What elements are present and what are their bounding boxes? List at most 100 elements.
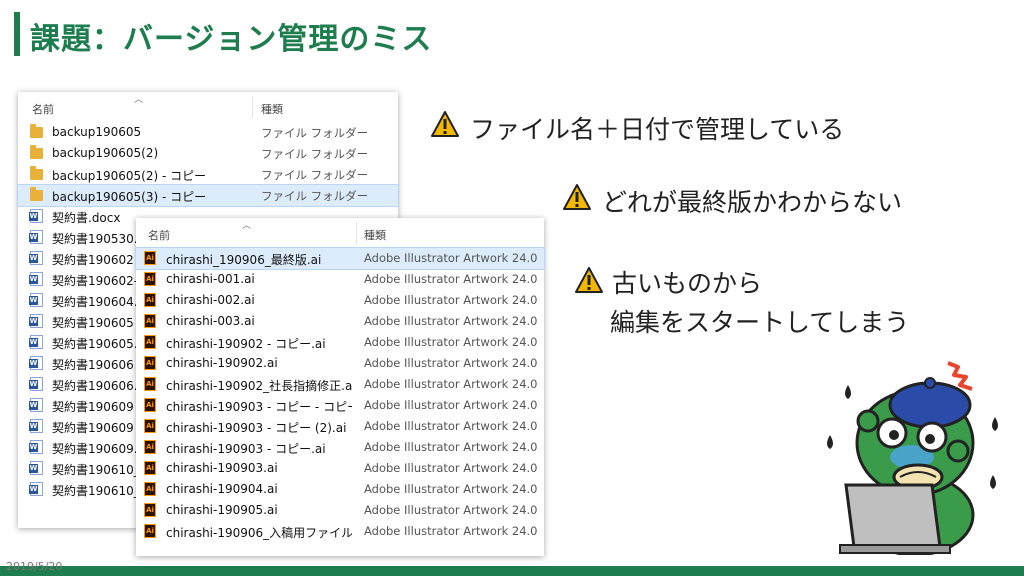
file-row[interactable]: chirashi-001.ai Adobe Illustrator Artwork… xyxy=(136,269,544,290)
file-name: chirashi-003.ai xyxy=(166,314,255,328)
word-document-icon xyxy=(29,230,43,244)
column-separator[interactable] xyxy=(356,222,357,244)
file-name: 契約書190609.d xyxy=(52,442,146,456)
file-name: chirashi-190903 - コピー (2).ai xyxy=(166,421,347,435)
word-document-icon xyxy=(29,209,43,223)
column-type[interactable]: 種類 xyxy=(364,227,386,243)
file-row[interactable]: backup190605 ファイル フォルダー xyxy=(18,122,398,143)
file-name: chirashi-190902_社長指摘修正.ai xyxy=(166,379,352,393)
file-name: chirashi-190905.ai xyxy=(166,503,278,517)
file-name: 契約書190602.d xyxy=(52,253,146,267)
file-row[interactable]: chirashi-002.ai Adobe Illustrator Artwork… xyxy=(136,290,544,311)
illustrator-file-icon xyxy=(144,335,156,349)
file-type: Adobe Illustrator Artwork 24.0 xyxy=(364,482,538,496)
slide-title: 課題：バージョン管理のミス xyxy=(30,22,433,57)
column-name[interactable]: 名前 xyxy=(148,227,170,243)
file-type: Adobe Illustrator Artwork 24.0 xyxy=(364,524,538,538)
file-name: chirashi_190906_最終版.ai xyxy=(166,253,322,267)
column-header: ︿ 名前 種類 xyxy=(136,218,544,248)
file-type: Adobe Illustrator Artwork 24.0 xyxy=(364,356,538,370)
word-document-icon xyxy=(29,461,43,475)
word-document-icon xyxy=(29,335,43,349)
file-row[interactable]: backup190605(2) - コピー ファイル フォルダー xyxy=(18,164,398,185)
illustrator-file-icon xyxy=(144,314,156,328)
file-row[interactable]: chirashi-190903 - コピー - コピー.ai Adobe Illu… xyxy=(136,395,544,416)
illustrator-file-icon xyxy=(144,251,156,265)
column-header: ︿ 名前 種類 xyxy=(18,92,398,122)
file-name: 契約書190610_ xyxy=(52,484,140,498)
file-name: chirashi-190902 - コピー.ai xyxy=(166,337,326,351)
file-row[interactable]: chirashi-190906_入稿用ファイル.ai Adobe Illustra… xyxy=(136,521,544,542)
folder-icon xyxy=(30,124,43,138)
file-row[interactable]: chirashi_190906_最終版.ai Adobe Illustrator … xyxy=(135,247,545,270)
file-name: chirashi-190903 - コピー - コピー.ai xyxy=(166,400,352,414)
slide-date: 2019/5/20 xyxy=(6,560,63,573)
word-document-icon xyxy=(29,356,43,370)
illustrator-file-icon xyxy=(144,503,156,517)
file-name: chirashi-190903.ai xyxy=(166,461,278,475)
file-row[interactable]: chirashi-190902.ai Adobe Illustrator Artw… xyxy=(136,353,544,374)
file-name: 契約書190605 xyxy=(52,316,134,330)
file-type: Adobe Illustrator Artwork 24.0 xyxy=(364,251,538,265)
sort-up-icon[interactable]: ︿ xyxy=(242,218,251,231)
folder-icon xyxy=(30,187,43,201)
illustrator-file-icon xyxy=(144,356,156,370)
file-type: Adobe Illustrator Artwork 24.0 xyxy=(364,503,538,517)
illustrator-file-icon xyxy=(144,419,156,433)
file-row[interactable]: chirashi-003.ai Adobe Illustrator Artwork… xyxy=(136,311,544,332)
file-row[interactable]: chirashi-190902 - コピー.ai Adobe Illustrato… xyxy=(136,332,544,353)
file-name: 契約書190609 xyxy=(52,400,134,414)
illustrator-file-icon xyxy=(144,293,156,307)
word-document-icon xyxy=(29,293,43,307)
file-name: 契約書190530.d xyxy=(52,232,146,246)
file-row[interactable]: backup190605(2) ファイル フォルダー xyxy=(18,143,398,164)
file-row[interactable]: chirashi-190903 - コピー (2).ai Adobe Illust… xyxy=(136,416,544,437)
point-text-4: 編集をスタートしてしまう xyxy=(610,308,910,337)
sort-up-icon[interactable]: ︿ xyxy=(134,92,143,105)
illustrator-file-icon xyxy=(144,272,156,286)
illustrator-file-icon xyxy=(144,461,156,475)
file-row[interactable]: chirashi-190905.ai Adobe Illustrator Artw… xyxy=(136,500,544,521)
file-type: Adobe Illustrator Artwork 24.0 xyxy=(364,419,538,433)
file-row[interactable]: backup190605(3) - コピー ファイル フォルダー xyxy=(17,184,399,207)
file-name: backup190605(2) - コピー xyxy=(52,169,207,183)
point-text-1: ファイル名＋日付で管理している xyxy=(470,115,845,144)
word-document-icon xyxy=(29,398,43,412)
point-text-3: 古いものから xyxy=(612,269,763,298)
illustrator-file-icon xyxy=(144,524,156,538)
file-name: 契約書190610_ xyxy=(52,463,140,477)
file-type: Adobe Illustrator Artwork 24.0 xyxy=(364,335,538,349)
file-type: Adobe Illustrator Artwork 24.0 xyxy=(364,461,538,475)
word-document-icon xyxy=(29,440,43,454)
file-name: 契約書190604.d xyxy=(52,295,146,309)
file-type: ファイル フォルダー xyxy=(261,126,369,140)
file-row[interactable]: chirashi-190903.ai Adobe Illustrator Artw… xyxy=(136,458,544,479)
folder-icon xyxy=(30,145,43,159)
file-type: Adobe Illustrator Artwork 24.0 xyxy=(364,314,538,328)
file-name: 契約書190609 xyxy=(52,421,134,435)
illustrator-file-icon xyxy=(144,398,156,412)
file-type: Adobe Illustrator Artwork 24.0 xyxy=(364,272,538,286)
file-name: chirashi-190903 - コピー.ai xyxy=(166,442,326,456)
word-document-icon xyxy=(29,482,43,496)
file-row[interactable]: chirashi-190903 - コピー.ai Adobe Illustrato… xyxy=(136,437,544,458)
title-accent-bar xyxy=(14,12,20,56)
footer-accent-bar xyxy=(0,566,1024,576)
column-separator[interactable] xyxy=(252,96,253,118)
column-name[interactable]: 名前 xyxy=(32,101,54,117)
column-type[interactable]: 種類 xyxy=(261,101,283,117)
file-row[interactable]: chirashi-190902_社長指摘修正.ai Adobe Illustrat… xyxy=(136,374,544,395)
file-name: chirashi-001.ai xyxy=(166,272,255,286)
file-type: ファイル フォルダー xyxy=(261,189,369,203)
word-document-icon xyxy=(29,272,43,286)
file-type: Adobe Illustrator Artwork 24.0 xyxy=(364,377,538,391)
file-row[interactable]: chirashi-190904.ai Adobe Illustrator Artw… xyxy=(136,479,544,500)
file-name: chirashi-190902.ai xyxy=(166,356,278,370)
file-name: 契約書.docx xyxy=(52,211,121,225)
illustrator-file-icon xyxy=(144,440,156,454)
file-name: 契約書190602- xyxy=(52,274,139,288)
file-name: 契約書190605.d xyxy=(52,337,146,351)
illustrator-file-icon xyxy=(144,377,156,391)
file-name: 契約書190606.d xyxy=(52,379,146,393)
file-name: 契約書190606 ( xyxy=(52,358,143,372)
